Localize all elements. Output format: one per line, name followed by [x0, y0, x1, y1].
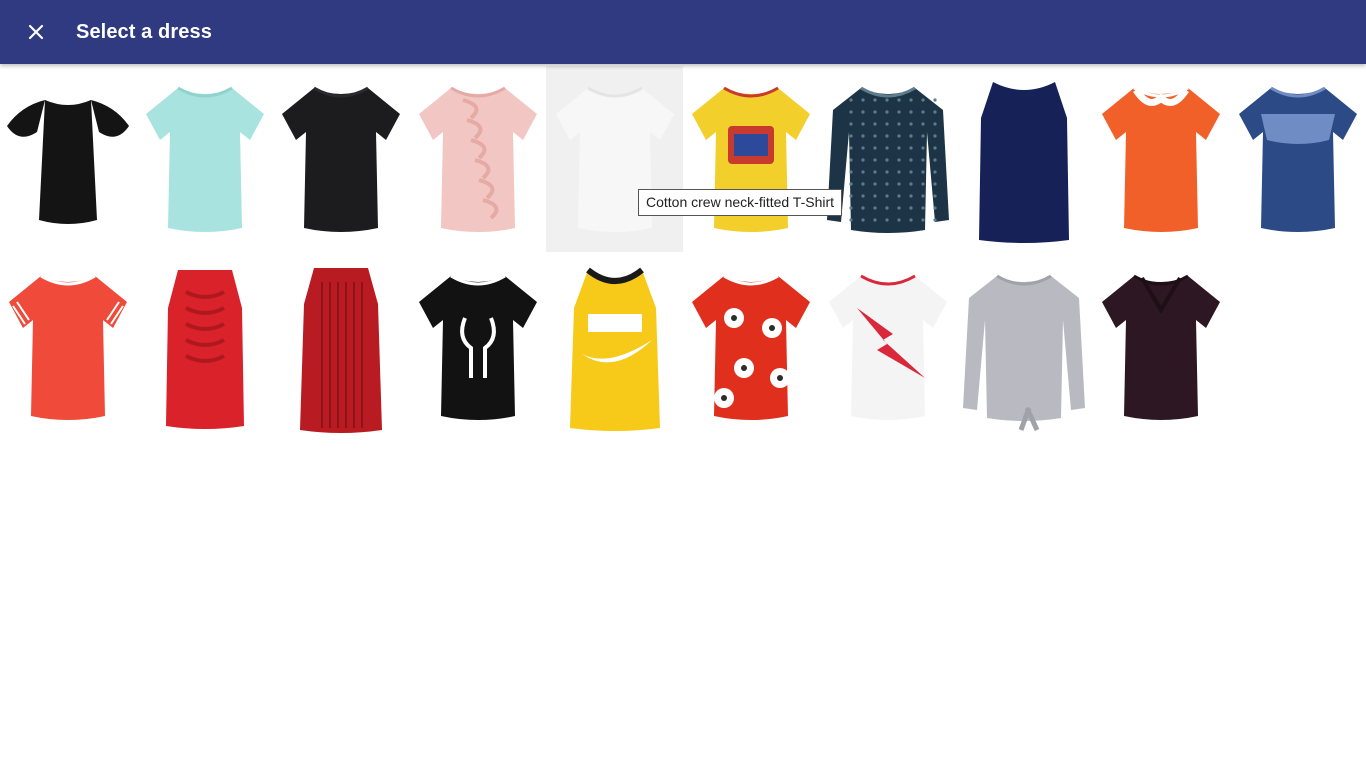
product-grid: [0, 66, 1366, 442]
product-image: [979, 82, 1070, 243]
page-title: Select a dress: [76, 20, 212, 43]
product-tile[interactable]: [1229, 66, 1366, 252]
product-tile[interactable]: [956, 252, 1093, 442]
product-image: [692, 86, 811, 232]
product-image: [1102, 86, 1221, 232]
product-tile[interactable]: [546, 252, 683, 442]
product-tile[interactable]: [820, 252, 957, 442]
product-image: [1102, 274, 1221, 420]
product-tile[interactable]: [683, 252, 820, 442]
product-image: [569, 267, 660, 431]
product-image: [282, 86, 401, 232]
product-image: [300, 268, 383, 433]
product-tile[interactable]: [273, 66, 410, 252]
product-image: [7, 100, 130, 224]
product-tile[interactable]: [1093, 252, 1230, 442]
product-tile[interactable]: [956, 66, 1093, 252]
product-tile[interactable]: [137, 252, 274, 442]
product-image: [9, 274, 128, 420]
product-tile[interactable]: [683, 66, 820, 252]
product-tile[interactable]: [410, 252, 547, 442]
product-image: [555, 86, 674, 232]
product-tile[interactable]: [0, 252, 137, 442]
product-image: [419, 274, 538, 420]
product-image: [1238, 86, 1357, 232]
product-image: [828, 274, 947, 420]
close-icon: [28, 24, 44, 40]
product-tile[interactable]: [546, 66, 683, 252]
product-image: [165, 270, 244, 429]
product-image: [145, 86, 264, 232]
product-tooltip: Cotton crew neck-fitted T-Shirt: [638, 189, 843, 216]
close-button[interactable]: [16, 12, 56, 52]
product-image: [826, 86, 949, 233]
product-tile[interactable]: [137, 66, 274, 252]
product-tile[interactable]: [820, 66, 957, 252]
product-image: [419, 86, 538, 232]
product-tile[interactable]: [0, 66, 137, 252]
product-tile[interactable]: [1093, 66, 1230, 252]
product-image: [963, 274, 1086, 432]
product-row: [0, 66, 1366, 252]
app-bar: Select a dress: [0, 0, 1366, 64]
product-row: [0, 252, 1366, 442]
product-image: [692, 274, 811, 420]
product-tile[interactable]: [273, 252, 410, 442]
product-tile[interactable]: [410, 66, 547, 252]
